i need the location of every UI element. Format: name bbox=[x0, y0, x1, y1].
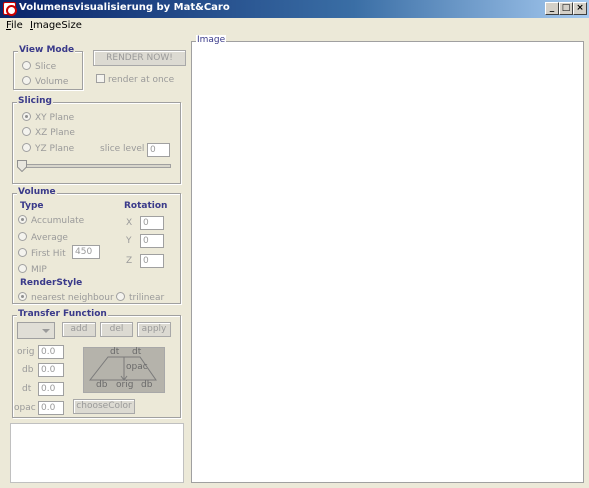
del-button[interactable]: del bbox=[100, 322, 133, 337]
radio-nearest-neighbour[interactable]: nearest neighbour bbox=[18, 292, 114, 304]
image-legend: Image bbox=[196, 35, 227, 45]
graph-orig-label: orig bbox=[116, 380, 134, 390]
rotation-y-input[interactable]: 0 bbox=[140, 234, 164, 248]
transfer-function-graph: dt dt opac db orig db bbox=[83, 347, 165, 393]
menu-imagesize[interactable]: ImageSize bbox=[30, 20, 82, 31]
radio-icon bbox=[22, 76, 31, 85]
radio-accumulate[interactable]: Accumulate bbox=[18, 215, 84, 227]
transfer-function-select[interactable] bbox=[17, 322, 55, 339]
radio-slice[interactable]: Slice bbox=[22, 61, 56, 73]
render-at-once-checkbox[interactable]: render at once bbox=[96, 74, 174, 85]
rotation-y-label: Y bbox=[126, 236, 132, 246]
rotation-label: Rotation bbox=[124, 201, 168, 211]
first-hit-input[interactable]: 450 bbox=[72, 245, 100, 259]
radio-first-hit[interactable]: First Hit bbox=[18, 248, 66, 260]
view-mode-legend: View Mode bbox=[18, 45, 76, 55]
db-input[interactable]: 0.0 bbox=[38, 363, 64, 377]
radio-xy-plane[interactable]: XY Plane bbox=[22, 112, 74, 124]
close-button[interactable]: × bbox=[573, 2, 587, 15]
radio-selected-icon bbox=[22, 112, 31, 121]
graph-opac-label: opac bbox=[126, 362, 148, 372]
radio-selected-icon bbox=[18, 292, 27, 301]
radio-icon bbox=[116, 292, 125, 301]
slice-level-label: slice level bbox=[100, 144, 145, 154]
volume-panel: Volume Type Rotation Accumulate Average … bbox=[12, 187, 181, 304]
render-style-label: RenderStyle bbox=[20, 278, 83, 288]
add-button[interactable]: add bbox=[62, 322, 96, 337]
radio-icon bbox=[18, 232, 27, 241]
rotation-x-input[interactable]: 0 bbox=[140, 216, 164, 230]
radio-icon bbox=[22, 127, 31, 136]
graph-db-label-right: db bbox=[141, 380, 153, 390]
db-label: db bbox=[22, 365, 34, 375]
slicing-legend: Slicing bbox=[17, 96, 53, 106]
choose-color-button[interactable]: chooseColor bbox=[73, 399, 135, 414]
slicing-panel: Slicing XY Plane XZ Plane YZ Plane slice… bbox=[12, 96, 181, 184]
slice-slider-thumb[interactable] bbox=[17, 160, 27, 172]
slice-level-input[interactable]: 0 bbox=[147, 143, 170, 157]
apply-button[interactable]: apply bbox=[137, 322, 171, 337]
dt-input[interactable]: 0.0 bbox=[38, 382, 64, 396]
minimize-button[interactable]: _ bbox=[545, 2, 559, 15]
radio-trilinear[interactable]: trilinear bbox=[116, 292, 164, 304]
checkbox-icon bbox=[96, 74, 105, 83]
radio-yz-plane[interactable]: YZ Plane bbox=[22, 143, 74, 155]
view-mode-panel: View Mode Slice Volume bbox=[13, 45, 83, 90]
info-area bbox=[10, 423, 184, 483]
maximize-button[interactable]: □ bbox=[559, 2, 573, 15]
graph-db-label-left: db bbox=[96, 380, 108, 390]
menu-file[interactable]: File bbox=[6, 20, 23, 31]
dt-label: dt bbox=[22, 384, 32, 394]
radio-icon bbox=[18, 248, 27, 257]
opac-input[interactable]: 0.0 bbox=[38, 401, 64, 415]
type-label: Type bbox=[20, 201, 44, 211]
rotation-x-label: X bbox=[126, 218, 133, 228]
radio-icon bbox=[18, 264, 27, 273]
radio-selected-icon bbox=[18, 215, 27, 224]
orig-label: orig bbox=[17, 347, 35, 357]
window-title: Volumensvisualisierung by Mat&Caro bbox=[19, 2, 230, 13]
graph-dt-label-left: dt bbox=[110, 347, 120, 357]
chevron-down-icon bbox=[42, 329, 50, 333]
orig-input[interactable]: 0.0 bbox=[38, 345, 64, 359]
transfer-function-panel: Transfer Function add del apply orig 0.0… bbox=[12, 309, 181, 418]
radio-average[interactable]: Average bbox=[18, 232, 68, 244]
graph-dt-label-right: dt bbox=[132, 347, 142, 357]
rotation-z-label: Z bbox=[126, 256, 133, 266]
radio-icon bbox=[22, 143, 31, 152]
render-now-button[interactable]: RENDER NOW! bbox=[93, 50, 186, 66]
radio-mip[interactable]: MIP bbox=[18, 264, 47, 276]
radio-xz-plane[interactable]: XZ Plane bbox=[22, 127, 75, 139]
slice-slider-track[interactable] bbox=[19, 164, 171, 168]
radio-volume[interactable]: Volume bbox=[22, 76, 68, 88]
radio-icon bbox=[22, 61, 31, 70]
transfer-function-legend: Transfer Function bbox=[17, 309, 108, 319]
title-bar: Volumensvisualisierung by Mat&Caro _ □ × bbox=[0, 0, 589, 18]
image-panel: Image bbox=[191, 35, 584, 483]
app-icon bbox=[3, 2, 17, 16]
rotation-z-input[interactable]: 0 bbox=[140, 254, 164, 268]
volume-legend: Volume bbox=[17, 187, 57, 197]
opac-label: opac bbox=[14, 403, 36, 413]
menu-bar: File ImageSize bbox=[0, 18, 589, 35]
